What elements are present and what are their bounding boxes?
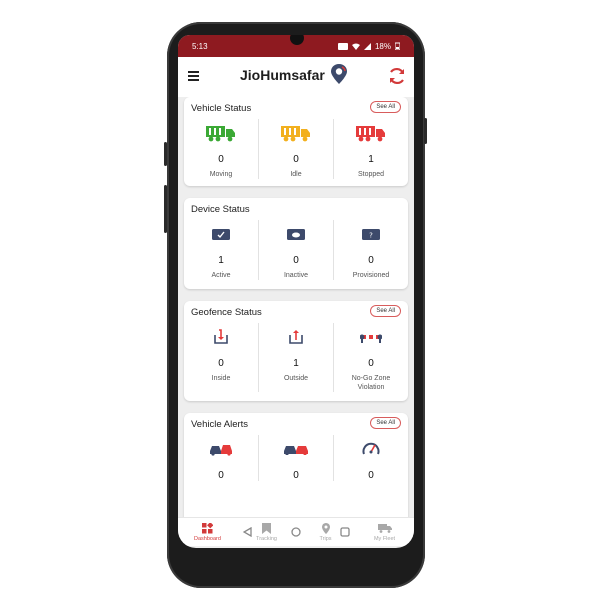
idle-label: Idle <box>290 171 302 178</box>
device-inactive-icon <box>287 228 305 240</box>
status-icons: 18% <box>337 41 400 51</box>
wifi-icon <box>351 43 360 50</box>
refresh-icon[interactable] <box>387 66 407 86</box>
app-logo-icon <box>331 64 347 84</box>
status-bar: 5:13 18% <box>178 35 414 57</box>
truck-icon <box>206 125 235 141</box>
vehicle-alerts-card: Vehicle Alerts See All 0 0 0 <box>184 413 408 517</box>
battery-percent: 18% <box>374 41 391 51</box>
status-idle[interactable]: 0 Idle <box>258 119 333 179</box>
alert-item[interactable]: 0 <box>258 435 333 481</box>
status-stopped[interactable]: 1 Stopped <box>333 119 408 179</box>
provisioned-label: Provisioned <box>352 272 390 279</box>
geofence-outside[interactable]: 1 Outside <box>258 323 333 392</box>
provisioned-count: 0 <box>368 255 374 266</box>
recents-icon[interactable] <box>340 527 350 537</box>
moving-count: 0 <box>218 154 224 165</box>
home-icon[interactable] <box>291 527 301 537</box>
status-moving[interactable]: 0 Moving <box>184 119 258 179</box>
device-status-columns: 1 Active 0 Inactive ? 0 Provisioned <box>184 220 408 280</box>
moving-label: Moving <box>209 171 233 178</box>
see-all-button[interactable]: See All <box>370 417 401 429</box>
idle-count: 0 <box>293 154 299 165</box>
inside-label: Inside <box>211 375 231 382</box>
card-title: Device Status <box>191 204 250 215</box>
volume-button <box>164 185 167 233</box>
device-inactive[interactable]: 0 Inactive <box>258 220 333 280</box>
alert-count: 0 <box>368 470 374 481</box>
power-button <box>424 118 427 144</box>
hd-icon <box>337 42 348 50</box>
phone-screen: 5:13 18% JioHumsafar Vehicle Status See … <box>178 35 414 548</box>
inactive-count: 0 <box>293 255 299 266</box>
geofence-inside-icon <box>214 329 228 344</box>
inside-count: 0 <box>218 358 224 369</box>
device-status-card: Device Status 1 Active 0 Inactive ? 0 Pr… <box>184 198 408 289</box>
device-active[interactable]: 1 Active <box>184 220 258 280</box>
vehicle-alerts-columns: 0 0 0 <box>184 435 408 481</box>
truck-icon <box>356 125 385 141</box>
alert-count: 0 <box>293 470 299 481</box>
speedometer-icon <box>362 442 380 455</box>
stopped-label: Stopped <box>357 171 385 178</box>
no-go-count: 0 <box>368 358 374 369</box>
outside-label: Outside <box>283 375 309 382</box>
no-go-label: No-Go Zone Violation <box>351 375 391 391</box>
device-provisioned-icon: ? <box>362 228 380 240</box>
barrier-icon <box>360 334 382 343</box>
system-nav-bar <box>178 522 414 542</box>
geofence-outside-icon <box>289 330 303 344</box>
app-title: JioHumsafar <box>240 67 325 83</box>
status-time: 5:13 <box>192 41 208 51</box>
alert-item[interactable]: 0 <box>333 435 408 481</box>
geofence-status-columns: 0 Inside 1 Outside 0 No-Go Zone Violatio… <box>184 323 408 392</box>
stopped-count: 1 <box>368 154 374 165</box>
device-provisioned[interactable]: ? 0 Provisioned <box>333 220 408 280</box>
see-all-button[interactable]: See All <box>370 101 401 113</box>
cars-icon <box>284 446 308 455</box>
svg-text:?: ? <box>369 231 373 239</box>
see-all-button[interactable]: See All <box>370 305 401 317</box>
battery-icon <box>395 42 400 50</box>
geofence-inside[interactable]: 0 Inside <box>184 323 258 392</box>
geofence-status-card: Geofence Status See All 0 Inside 1 Outsi… <box>184 301 408 401</box>
active-count: 1 <box>218 255 224 266</box>
card-title: Geofence Status <box>191 307 262 318</box>
truck-icon <box>281 125 310 141</box>
vehicle-status-card: Vehicle Status See All 0 Moving 0 Idle 1… <box>184 97 408 186</box>
signal-icon <box>363 42 371 50</box>
active-label: Active <box>211 272 231 279</box>
outside-count: 1 <box>293 358 299 369</box>
card-title: Vehicle Status <box>191 103 252 114</box>
alert-slider <box>164 142 167 166</box>
card-title: Vehicle Alerts <box>191 419 249 430</box>
dashboard-content[interactable]: Vehicle Status See All 0 Moving 0 Idle 1… <box>178 97 414 517</box>
app-bar: JioHumsafar <box>178 57 414 97</box>
car-collision-icon <box>210 445 232 456</box>
geofence-no-go-zone[interactable]: 0 No-Go Zone Violation <box>333 323 408 392</box>
device-active-icon <box>212 228 230 240</box>
vehicle-status-columns: 0 Moving 0 Idle 1 Stopped <box>184 119 408 179</box>
front-camera <box>290 35 304 45</box>
back-icon[interactable] <box>243 527 252 537</box>
alert-count: 0 <box>218 470 224 481</box>
alert-item[interactable]: 0 <box>184 435 258 481</box>
inactive-label: Inactive <box>283 272 309 279</box>
menu-icon[interactable] <box>188 71 199 81</box>
